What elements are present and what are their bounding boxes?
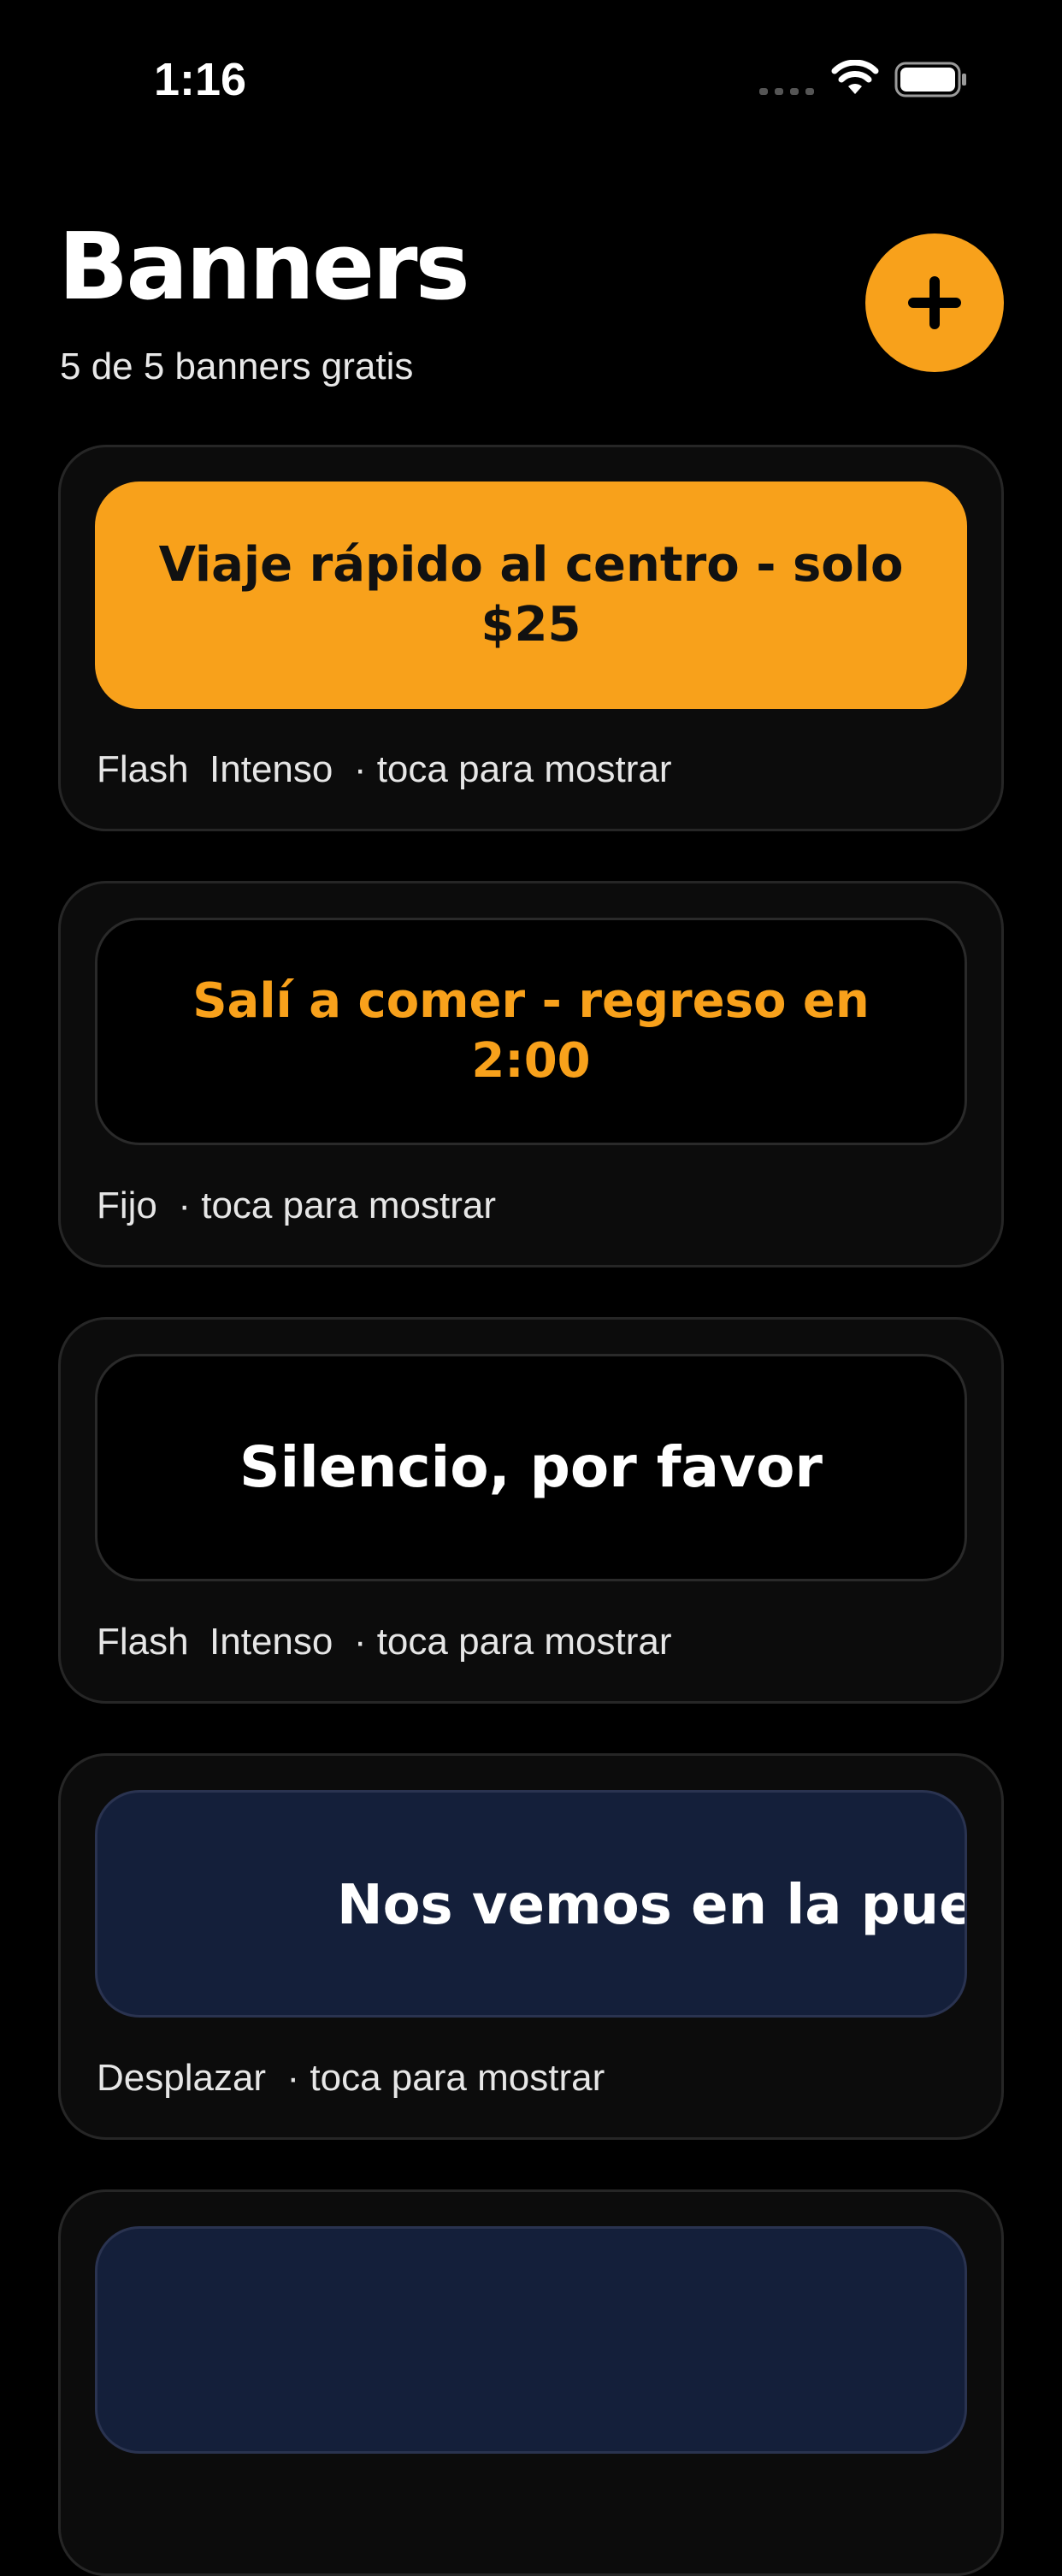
banner-meta: Flash Intenso · toca para mostrar [97,1621,672,1663]
banner-card[interactable]: Salí a comer - regreso en 2:00 Fijo · to… [58,881,1004,1267]
page-title: Banners [58,214,470,321]
banner-meta: Desplazar · toca para mostrar [97,2057,605,2099]
banner-meta: Flash Intenso · toca para mostrar [97,748,672,790]
banner-card[interactable]: Silencio, por favor Flash Intenso · toca… [58,1317,1004,1704]
banner-preview: Silencio, por favor [95,1354,967,1581]
banner-preview: Viaje rápido al centro - solo $25 [95,482,967,709]
banner-text: Salí a comer - regreso en 2:00 [192,973,870,1089]
banner-text: Viaje rápido al centro - solo $25 [158,537,904,653]
banner-card[interactable]: Viaje rápido al centro - solo $25 Flash … [58,445,1004,831]
status-bar: 1:16 [0,0,1062,128]
wifi-icon [831,60,879,94]
banner-text: Nos vemos en la puer [337,1874,967,1937]
plus-icon [908,276,961,329]
status-time: 1:16 [154,54,247,105]
banner-card[interactable]: Nos vemos en la puer Desplazar · toca pa… [58,1753,1004,2140]
banner-preview: Salí a comer - regreso en 2:00 [95,918,967,1145]
signal-icon [759,88,814,95]
battery-icon [894,62,966,97]
add-banner-button[interactable] [865,233,1004,372]
banner-count-subtitle: 5 de 5 banners gratis [60,346,414,387]
banner-preview: Nos vemos en la puer [95,1790,967,2018]
banner-preview [95,2226,967,2454]
banner-text: Silencio, por favor [239,1434,823,1500]
banner-meta: Fijo · toca para mostrar [97,1185,497,1226]
banner-card[interactable] [58,2189,1004,2576]
